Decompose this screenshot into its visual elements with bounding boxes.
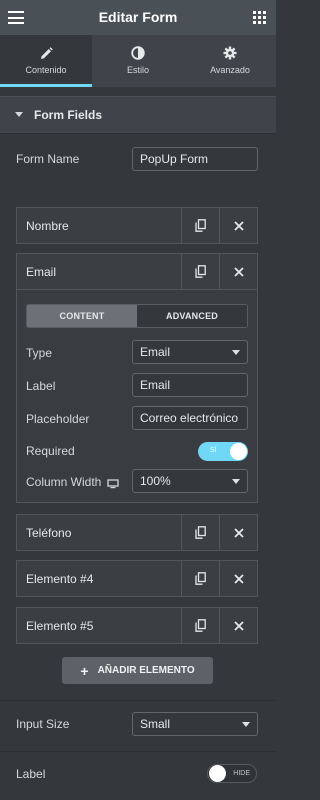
duplicate-icon[interactable] (181, 254, 219, 289)
field-item-header[interactable]: Email (17, 254, 257, 289)
pencil-icon (0, 45, 92, 61)
duplicate-icon[interactable] (181, 208, 219, 243)
type-value: Email (140, 345, 171, 359)
duplicate-icon[interactable] (181, 608, 219, 643)
close-icon[interactable] (219, 608, 257, 643)
top-bar: Editar Form (0, 0, 276, 35)
form-name-label: Form Name (16, 152, 80, 166)
required-toggle[interactable]: SÍ (198, 442, 248, 461)
close-icon[interactable] (219, 561, 257, 596)
caret-down-icon (15, 112, 23, 117)
field-item-header[interactable]: Teléfono (17, 515, 257, 550)
chevron-down-icon (232, 350, 240, 355)
placeholder-value: Correo electrónico (140, 411, 239, 425)
toggle-text: SÍ (210, 447, 217, 454)
field-item-email: Email CONTENT ADVANCED Type Email Label … (16, 253, 258, 503)
divider (0, 751, 276, 752)
required-label: Required (26, 444, 75, 458)
form-fields-section-toggle[interactable]: Form Fields (0, 96, 276, 134)
label-toggle-label: Label (16, 767, 46, 781)
panel-title: Editar Form (98, 9, 178, 25)
field-item-header[interactable]: Elemento #5 (17, 608, 257, 643)
gear-icon (184, 45, 276, 61)
label-toggle[interactable]: HIDE (207, 764, 257, 783)
add-item-button[interactable]: + AÑADIR ELEMENTO (62, 657, 213, 684)
column-width-value: 100% (140, 474, 171, 488)
column-width-select[interactable]: 100% (132, 469, 248, 493)
type-select[interactable]: Email (132, 340, 248, 364)
panel-tabs: Contenido Estilo Avanzado (0, 35, 276, 87)
field-item-elemento-5: Elemento #5 (16, 607, 258, 644)
content-tab[interactable]: CONTENT (27, 305, 137, 327)
field-item-nombre: Nombre (16, 207, 258, 244)
form-name-value: PopUp Form (140, 152, 209, 166)
divider (0, 700, 276, 701)
advanced-tab[interactable]: ADVANCED (137, 305, 247, 327)
field-item-label: Teléfono (26, 526, 72, 540)
tab-label: Estilo (126, 65, 149, 75)
duplicate-icon[interactable] (181, 561, 219, 596)
toggle-text: HIDE (233, 770, 250, 777)
duplicate-icon[interactable] (181, 515, 219, 550)
input-size-select[interactable]: Small (132, 712, 258, 736)
content-advanced-switch: CONTENT ADVANCED (26, 304, 248, 328)
toggle-knob (209, 765, 226, 782)
placeholder-input[interactable]: Correo electrónico (132, 406, 248, 430)
field-item-header[interactable]: Elemento #4 (17, 561, 257, 596)
tab-estilo[interactable]: Estilo (92, 35, 184, 87)
add-item-label: AÑADIR ELEMENTO (97, 665, 195, 676)
chevron-down-icon (232, 479, 240, 484)
toggle-knob (230, 443, 247, 460)
tab-contenido[interactable]: Contenido (0, 35, 92, 87)
field-item-telefono: Teléfono (16, 514, 258, 551)
field-item-label: Elemento #4 (26, 572, 94, 586)
field-item-elemento-4: Elemento #4 (16, 560, 258, 597)
placeholder-label: Placeholder (26, 412, 90, 426)
chevron-down-icon (242, 722, 250, 727)
field-item-label: Nombre (26, 219, 69, 233)
form-name-input[interactable]: PopUp Form (132, 147, 258, 171)
plus-icon: + (80, 662, 89, 679)
grid-icon[interactable] (253, 11, 266, 24)
field-editor: CONTENT ADVANCED Type Email Label Email … (17, 289, 257, 502)
tab-avanzado[interactable]: Avanzado (184, 35, 276, 87)
type-label: Type (26, 346, 53, 360)
label-label: Label (26, 379, 56, 393)
close-icon[interactable] (219, 208, 257, 243)
field-item-label: Elemento #5 (26, 619, 94, 633)
label-input[interactable]: Email (132, 373, 248, 397)
field-item-label: Email (26, 265, 57, 279)
tab-label: Avanzado (210, 65, 250, 75)
tab-label: Contenido (25, 65, 67, 75)
section-title: Form Fields (34, 108, 103, 122)
close-icon[interactable] (219, 515, 257, 550)
column-width-label: Column Width (26, 475, 102, 489)
field-item-header[interactable]: Nombre (17, 208, 257, 243)
half-circle-icon (92, 45, 184, 61)
desktop-icon[interactable] (107, 476, 119, 494)
input-size-label: Input Size (16, 717, 70, 731)
label-value: Email (140, 378, 171, 392)
input-size-value: Small (140, 717, 171, 731)
close-icon[interactable] (219, 254, 257, 289)
